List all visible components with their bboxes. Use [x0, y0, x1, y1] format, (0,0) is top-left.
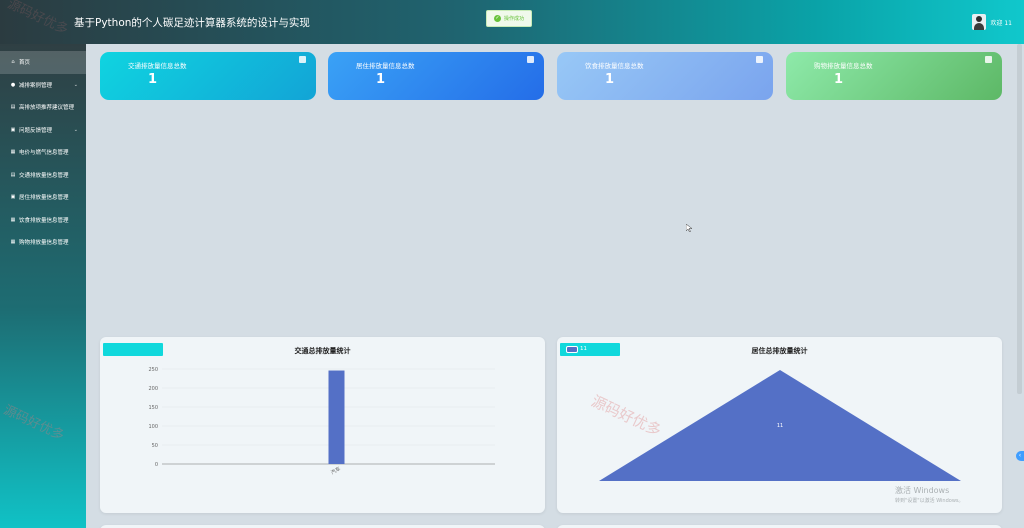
stat-card: 居住排放量信息总数 1 [328, 52, 544, 100]
lock-icon: ▣ [10, 194, 16, 201]
page-title: 基于Python的个人碳足迹计算器系统的设计与实现 [74, 17, 310, 29]
sidebar-item[interactable]: ⌂ 首页 [0, 51, 86, 74]
document-icon [527, 56, 534, 63]
activation-title: 激活 Windows [895, 486, 950, 495]
sidebar-item[interactable]: ● 减排案例管理 ⌄ [0, 74, 86, 97]
sidebar-item-label: 减排案例管理 [19, 82, 53, 89]
grid-icon: ▦ [10, 239, 16, 246]
stat-card-value: 1 [376, 72, 386, 87]
stat-card-label: 居住排放量信息总数 [356, 62, 415, 70]
bar [328, 370, 345, 464]
sidebar-item-label: 购物排放量信息管理 [19, 240, 69, 247]
stat-card-label: 交通排放量信息总数 [128, 62, 187, 70]
y-tick-label: 100 [148, 424, 158, 430]
sidebar-item[interactable]: ▤ 高排放项推荐建议管理 [0, 96, 86, 119]
user-info[interactable]: 欢迎 11 [972, 14, 1012, 30]
data-label: 11 [777, 423, 783, 429]
sidebar-item-label: 交通排放量信息管理 [19, 172, 69, 179]
stat-card-value: 1 [148, 72, 158, 87]
check-circle-icon: ✓ [493, 15, 501, 22]
sidebar: ⌂ 首页 ● 减排案例管理 ⌄ ▤ 高排放项推荐建议管理 ▣ 问题反馈管理 ⌄ ▦ 电价与燃气信息管理… [0, 44, 86, 528]
traffic-bar-chart: 0 50 100 150 200 250 汽车 [148, 367, 495, 476]
home-icon: ⌂ [11, 59, 15, 66]
list-icon: ▤ [10, 171, 16, 178]
stat-card: 交通排放量信息总数 1 [100, 52, 316, 100]
chevron-left-icon[interactable]: ‹ [1016, 451, 1024, 461]
traffic-chart-panel: 交通总排放量统计 0 50 100 150 200 250 汽车 [100, 337, 545, 513]
stat-card: 饮食排放量信息总数 1 [557, 52, 773, 100]
windows-activation-notice: 激活 Windows 转到"设置"以激活 Windows。 [895, 485, 964, 504]
sidebar-item[interactable]: ▣ 居住排放量信息管理 [0, 186, 86, 209]
stat-card-label: 饮食排放量信息总数 [585, 62, 644, 70]
sidebar-item-label: 首页 [19, 60, 31, 67]
stat-card-value: 1 [605, 72, 615, 87]
sidebar-item[interactable]: ▤ 交通排放量信息管理 [0, 164, 86, 187]
sidebar-item-label: 电价与燃气信息管理 [19, 150, 69, 157]
message-icon: ▣ [10, 126, 16, 133]
success-toast: ✓ 操作成功 [486, 10, 532, 27]
stat-card-label: 购物排放量信息总数 [814, 62, 873, 70]
y-tick-label: 150 [148, 405, 158, 411]
y-tick-label: 250 [148, 367, 158, 373]
y-tick-label: 50 [152, 443, 158, 449]
briefcase-icon [756, 56, 763, 63]
sidebar-item[interactable]: ▣ 问题反馈管理 ⌄ [0, 119, 86, 142]
stat-card: 购物排放量信息总数 1 [786, 52, 1002, 100]
y-tick-label: 200 [148, 386, 158, 392]
sidebar-item-label: 饮食排放量信息管理 [19, 217, 69, 224]
y-tick-label: 0 [155, 462, 158, 468]
sidebar-item-label: 居住排放量信息管理 [19, 195, 69, 202]
layers-icon [299, 56, 306, 63]
sidebar-item-label: 高排放项推荐建议管理 [19, 105, 75, 112]
sidebar-item[interactable]: ▦ 饮食排放量信息管理 [0, 209, 86, 232]
grid-icon: ▦ [10, 149, 16, 156]
list-icon: ▤ [10, 104, 16, 111]
circle-icon: ● [10, 81, 16, 88]
document-icon [985, 56, 992, 63]
welcome-text: 欢迎 11 [990, 19, 1012, 27]
sidebar-item[interactable]: ▦ 电价与燃气信息管理 [0, 141, 86, 164]
stat-card-value: 1 [834, 72, 844, 87]
mouse-cursor-icon [686, 224, 692, 232]
activation-subtitle: 转到"设置"以激活 Windows。 [895, 498, 964, 504]
sidebar-item-label: 问题反馈管理 [19, 127, 53, 134]
chevron-down-icon: ⌄ [73, 126, 78, 133]
x-tick-label: 汽车 [330, 465, 342, 476]
grid-icon: ▦ [10, 216, 16, 223]
chevron-down-icon: ⌄ [73, 81, 78, 88]
sidebar-item[interactable]: ▦ 购物排放量信息管理 [0, 231, 86, 254]
scrollbar[interactable] [1017, 44, 1022, 394]
toast-text: 操作成功 [503, 16, 524, 22]
avatar[interactable] [972, 14, 987, 30]
